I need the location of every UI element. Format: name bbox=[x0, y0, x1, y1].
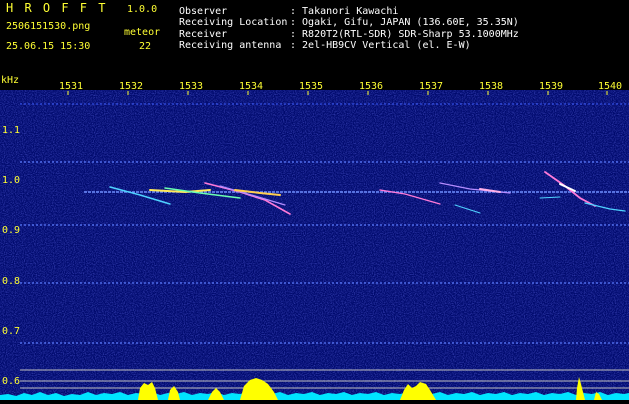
observer-value: : Takanori Kawachi bbox=[290, 6, 399, 17]
header-panel: H R O F F T 1.0.0 2506151530.png meteor … bbox=[0, 0, 629, 70]
y-tick-label: 0.8 bbox=[2, 276, 20, 287]
spectrum-noise bbox=[0, 90, 629, 400]
y-tick-label: 0.6 bbox=[2, 376, 20, 387]
meteor-count: 22 bbox=[139, 41, 152, 52]
location-value: : Ogaki, Gifu, JAPAN (136.60E, 35.35N) bbox=[290, 17, 519, 28]
x-tick-label: 1538 bbox=[479, 81, 503, 92]
x-tick-label: 1540 bbox=[598, 81, 622, 92]
y-tick-label: 1.0 bbox=[2, 175, 20, 186]
meteor-label: meteor bbox=[124, 27, 161, 38]
y-tick-label: 0.7 bbox=[2, 326, 20, 337]
file-name: 2506151530.png bbox=[6, 21, 91, 32]
x-tick-label: 1533 bbox=[179, 81, 203, 92]
app-title: H R O F F T bbox=[6, 1, 108, 15]
x-tick-label: 1531 bbox=[59, 81, 83, 92]
receiver-label: Receiver bbox=[179, 29, 228, 40]
y-unit-label: kHz bbox=[1, 75, 19, 86]
spectrogram-svg: kHz 1531 1532 1533 1534 1535 1536 1537 1… bbox=[0, 75, 629, 400]
y-tick-label: 0.9 bbox=[2, 225, 20, 236]
x-tick-label: 1539 bbox=[539, 81, 563, 92]
x-tick-label: 1536 bbox=[359, 81, 383, 92]
receiver-value: : R820T2(RTL-SDR) SDR-Sharp 53.1000MHz bbox=[290, 29, 519, 40]
x-tick-label: 1535 bbox=[299, 81, 323, 92]
x-tick-label: 1534 bbox=[239, 81, 263, 92]
antenna-label: Receiving antenna bbox=[179, 40, 282, 51]
x-tick-label: 1532 bbox=[119, 81, 143, 92]
location-label: Receiving Location bbox=[179, 17, 288, 28]
antenna-value: : 2el-HB9CV Vertical (el. E-W) bbox=[290, 40, 471, 51]
date-time: 25.06.15 15:30 bbox=[6, 41, 91, 52]
observer-label: Observer bbox=[179, 6, 228, 17]
y-tick-label: 1.1 bbox=[2, 125, 20, 136]
x-tick-label: 1537 bbox=[419, 81, 443, 92]
spectrogram-panel: kHz 1531 1532 1533 1534 1535 1536 1537 1… bbox=[0, 70, 629, 400]
app-version: 1.0.0 bbox=[127, 4, 158, 15]
